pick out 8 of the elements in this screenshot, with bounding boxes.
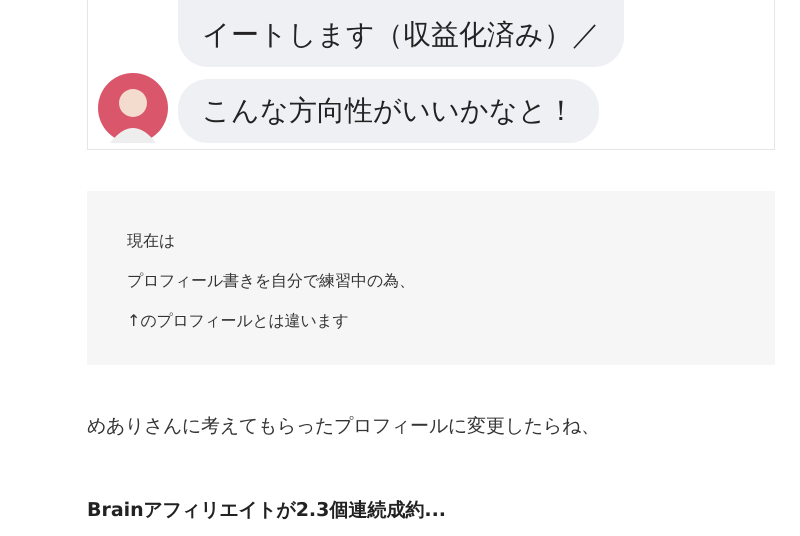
chat-bubble: イートします（収益化済み）／ (178, 0, 624, 67)
note-line: プロフィール書きを自分で練習中の為、 (127, 270, 416, 292)
note-line: 現在は (127, 230, 176, 252)
avatar-icon (98, 73, 168, 143)
chat-bubble: こんな方向性がいいかなと！ (178, 79, 599, 143)
heading: Brainアフィリエイトが2.3個連続成約... (87, 498, 448, 523)
note-line: ↑のプロフィールとは違います (127, 310, 350, 332)
paragraph: めありさんに考えてもらったプロフィールに変更したらね、 (87, 414, 601, 439)
